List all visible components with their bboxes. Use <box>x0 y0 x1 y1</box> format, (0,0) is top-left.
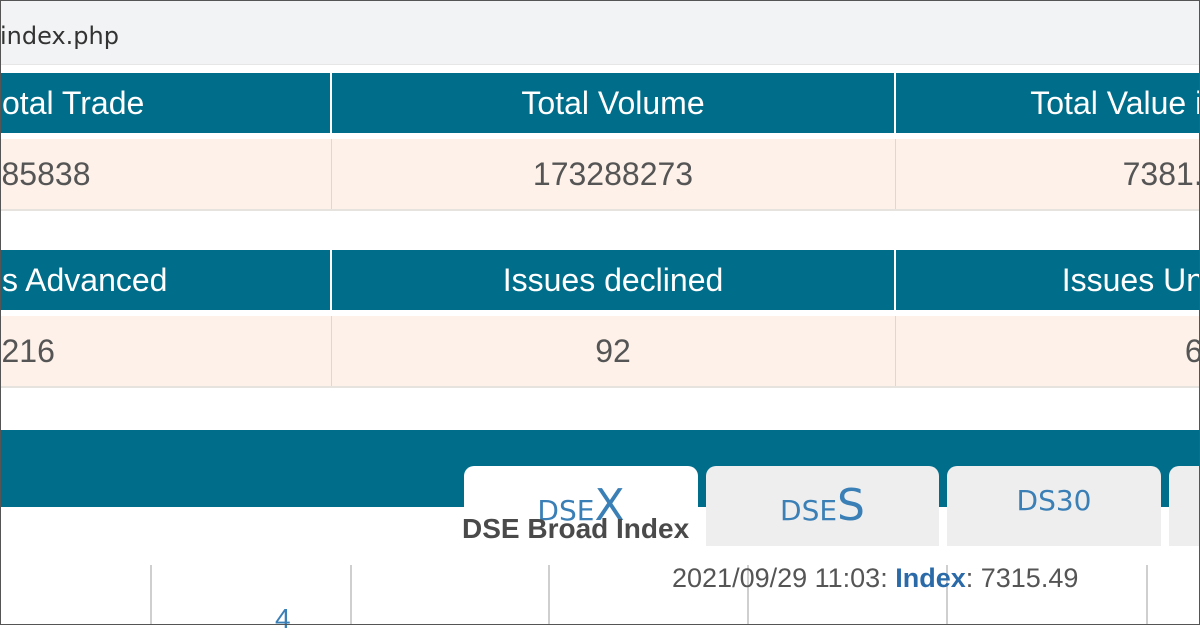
value-total-trade: 85838 <box>0 139 332 211</box>
chart-gridline <box>1146 565 1148 625</box>
tab-dses[interactable]: DSES <box>706 466 939 546</box>
issues-summary-table: s Advanced Issues declined Issues Unc 21… <box>0 250 1200 388</box>
header-issues-declined: Issues declined <box>330 250 896 310</box>
tab-dses-suffix: S <box>837 480 865 531</box>
market-summary-table: otal Trade Total Volume Total Value in 8… <box>0 73 1200 211</box>
value-total-volume: 173288273 <box>330 139 896 211</box>
chart-tooltip: 2021/09/29 11:03: Index: 7315.49 <box>672 563 1078 594</box>
tab-ds30[interactable]: DS30 <box>947 466 1161 546</box>
value-issues-advanced: 216 <box>0 316 332 388</box>
tab-dses-prefix: DSE <box>780 494 838 527</box>
browser-address-bar[interactable]: index.php <box>0 0 1200 65</box>
chart-partial-label: 4 <box>275 603 291 634</box>
header-issues-unchanged: Issues Unc <box>894 250 1200 310</box>
chart-title: DSE Broad Index <box>462 513 690 544</box>
header-total-volume: Total Volume <box>330 73 896 133</box>
value-total-value: 7381.1 <box>894 139 1200 211</box>
chart-index-label: Index <box>895 563 966 593</box>
header-issues-advanced: s Advanced <box>0 250 332 310</box>
chart-gridline <box>350 565 352 625</box>
chart-gridline <box>150 565 152 625</box>
url-text: index.php <box>0 22 119 50</box>
tab-ds30-label: DS30 <box>1016 484 1092 517</box>
header-total-trade: otal Trade <box>0 73 332 133</box>
value-issues-declined: 92 <box>330 316 896 388</box>
header-total-value: Total Value in <box>894 73 1200 133</box>
tab-next[interactable] <box>1169 466 1200 546</box>
chart-index-value: : 7315.49 <box>965 563 1079 593</box>
chart-gridline <box>548 565 550 625</box>
chart-timestamp: 2021/09/29 11:03: <box>672 563 888 593</box>
value-issues-unchanged: 65 <box>894 316 1200 388</box>
